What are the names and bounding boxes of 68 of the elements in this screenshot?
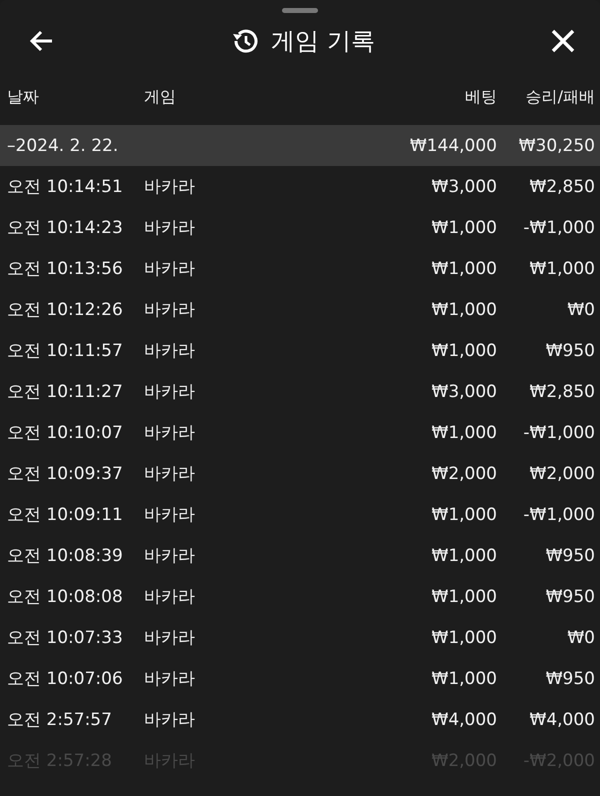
- bet-cell-text: ₩1,000: [430, 546, 497, 566]
- bet-cell-text: ₩1,000: [430, 258, 497, 278]
- game-cell-text: 바카라: [144, 504, 196, 526]
- game-cell-text: 바카라: [144, 217, 196, 239]
- result-cell-text: ₩2,000: [528, 464, 595, 484]
- column-header: 승리/패배: [524, 86, 595, 108]
- bet-cell-text: ₩1,000: [430, 300, 497, 320]
- time-cell-text: 오전 10:10:07: [7, 422, 124, 444]
- result-cell-text: ₩950: [544, 668, 595, 688]
- game-cell-text: 바카라: [144, 627, 196, 649]
- result-cell-text: ₩2,850: [528, 176, 595, 196]
- game-cell-text: 바카라: [144, 463, 196, 485]
- time-cell-text: 오전 10:11:27: [7, 381, 124, 403]
- game-cell-text: 바카라: [144, 709, 196, 731]
- game-cell-text: 바카라: [144, 545, 196, 567]
- history-icon: [231, 27, 260, 55]
- result-cell-text: ₩950: [544, 340, 595, 360]
- time-cell-text: 오전 10:09:11: [7, 504, 124, 526]
- drag-handle[interactable]: [282, 8, 318, 13]
- result-cell-text: -₩1,000: [522, 504, 595, 524]
- bet-cell-text: ₩1,000: [430, 586, 497, 606]
- time-cell-text: 오전 10:14:51: [7, 176, 124, 198]
- bet-cell-text: ₩1,000: [430, 668, 497, 688]
- time-cell-text: 오전 10:08:39: [7, 545, 124, 567]
- result-cell-text: ₩2,850: [528, 382, 595, 402]
- column-header: 날짜: [7, 86, 40, 108]
- bet-cell-text: ₩1,000: [430, 340, 497, 360]
- result-cell-text: ₩950: [544, 546, 595, 566]
- time-cell-text: 오전 10:14:23: [7, 217, 124, 239]
- group-date: –2024. 2. 22.: [7, 136, 120, 156]
- time-cell-text: 오전 10:09:37: [7, 463, 124, 485]
- game-cell-text: 바카라: [144, 668, 196, 690]
- group-result-total: ₩30,250: [518, 136, 595, 156]
- bet-cell-text: ₩3,000: [430, 382, 497, 402]
- close-icon: [550, 28, 576, 54]
- game-cell-text: 바카라: [144, 381, 196, 403]
- window-title: 게임 기록: [271, 26, 375, 57]
- column-header: 게임: [144, 86, 177, 108]
- game-cell-text: 바카라: [144, 258, 196, 280]
- bet-cell-text: ₩1,000: [430, 628, 497, 648]
- time-cell-text: 오전 10:07:06: [7, 668, 124, 690]
- bet-cell-text: ₩3,000: [430, 176, 497, 196]
- time-cell-text: 오전 10:07:33: [7, 627, 124, 649]
- result-cell-text: ₩0: [566, 628, 595, 648]
- result-cell-text: ₩0: [566, 300, 595, 320]
- bet-cell-text: ₩1,000: [430, 504, 497, 524]
- bet-cell-text: ₩1,000: [430, 422, 497, 442]
- column-header: 베팅: [464, 86, 497, 108]
- date-group-row[interactable]: –2024. 2. 22. ₩144,000 ₩30,250: [0, 125, 600, 166]
- result-cell-text: ₩950: [544, 586, 595, 606]
- bet-cell-text: ₩2,000: [430, 464, 497, 484]
- bet-cell-text: ₩1,000: [430, 218, 497, 238]
- time-cell-text: 오전 10:11:57: [7, 340, 124, 362]
- game-cell-text: 바카라: [144, 176, 196, 198]
- bet-cell-text: ₩4,000: [430, 710, 497, 730]
- time-cell-text: 오전 10:12:26: [7, 299, 124, 321]
- group-bet-total: ₩144,000: [408, 136, 497, 156]
- game-cell-text: 바카라: [144, 299, 196, 321]
- game-cell-text: 바카라: [144, 422, 196, 444]
- result-cell-text: -₩1,000: [522, 422, 595, 442]
- time-cell-text: 오전 2:57:57: [7, 709, 113, 731]
- time-cell-text: 오전 10:08:08: [7, 586, 124, 608]
- result-cell-text: -₩1,000: [522, 218, 595, 238]
- time-cell-text: 오전 10:13:56: [7, 258, 124, 280]
- game-cell-text: 바카라: [144, 340, 196, 362]
- result-cell-text: ₩4,000: [528, 710, 595, 730]
- game-cell-text: 바카라: [144, 586, 196, 608]
- result-cell-text: ₩1,000: [528, 258, 595, 278]
